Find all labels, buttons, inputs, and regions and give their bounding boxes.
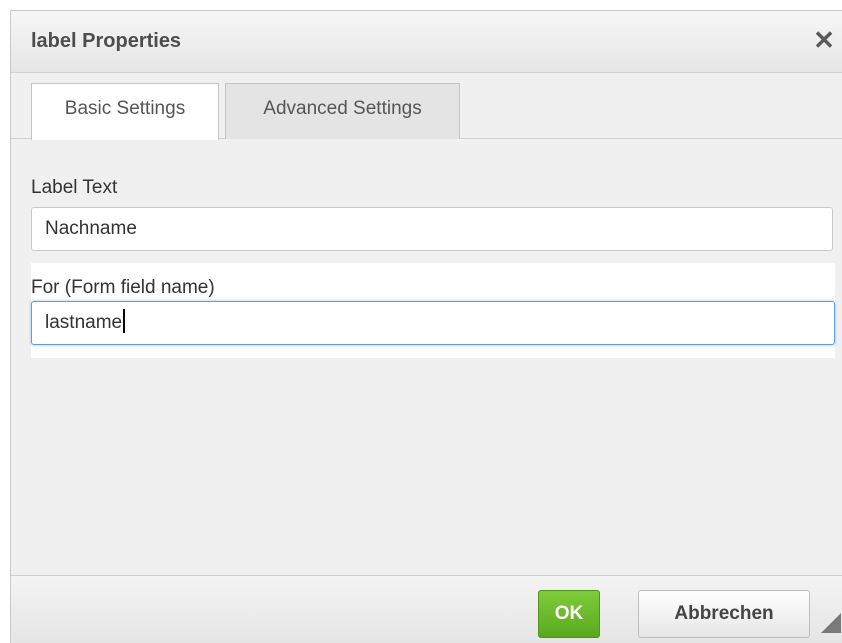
ok-button[interactable]: OK	[538, 590, 600, 638]
label-text-label: Label Text	[31, 177, 118, 198]
dialog-footer: OK Abbrechen	[11, 575, 842, 643]
tab-basic-settings[interactable]: Basic Settings	[31, 83, 219, 140]
dialog-title: label Properties	[31, 30, 182, 52]
for-field-label: For (Form field name)	[31, 277, 215, 298]
text-caret	[123, 309, 126, 334]
dialog-titlebar[interactable]: label Properties ✕	[11, 11, 842, 73]
resize-grip-icon[interactable]	[821, 613, 841, 633]
for-field-input[interactable]: lastname	[31, 301, 835, 345]
close-icon[interactable]: ✕	[809, 25, 839, 55]
for-field-value: lastname	[45, 312, 123, 333]
tab-strip: Basic Settings Advanced Settings	[11, 73, 842, 140]
cancel-button[interactable]: Abbrechen	[638, 590, 810, 638]
properties-dialog: label Properties ✕ Basic Settings Advanc…	[10, 10, 842, 643]
label-text-value: Nachname	[45, 218, 137, 239]
label-text-input[interactable]: Nachname	[31, 207, 833, 251]
tab-advanced-settings[interactable]: Advanced Settings	[225, 83, 460, 139]
